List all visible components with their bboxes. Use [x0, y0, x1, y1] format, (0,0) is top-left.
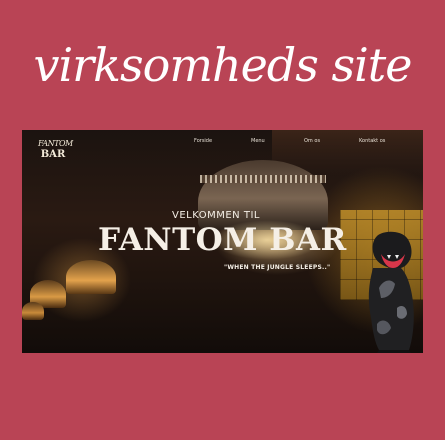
lamp-fringe	[200, 175, 326, 183]
hero-tagline: "WHEN THE JUNGLE SLEEPS.."	[224, 264, 331, 271]
panther-statue	[368, 231, 414, 353]
pendant-lamp	[22, 302, 44, 320]
site-nav: Forside Menu Om os Kontakt os	[22, 138, 423, 148]
nav-item-forside[interactable]: Forside	[194, 138, 212, 144]
hero-title: FANTOM BAR	[98, 222, 347, 258]
pendant-lamp	[66, 260, 116, 294]
website-screenshot: FANTOM BAR Forside Menu Om os Kontakt os…	[22, 130, 423, 353]
hero-welcome: VELKOMMEN TIL	[172, 210, 260, 221]
page-headline: virksomheds site	[33, 38, 412, 92]
nav-item-kontakt-os[interactable]: Kontakt os	[359, 138, 385, 144]
nav-item-menu[interactable]: Menu	[251, 138, 265, 144]
logo-line-2: BAR	[40, 149, 66, 160]
nav-item-om-os[interactable]: Om os	[304, 138, 320, 144]
